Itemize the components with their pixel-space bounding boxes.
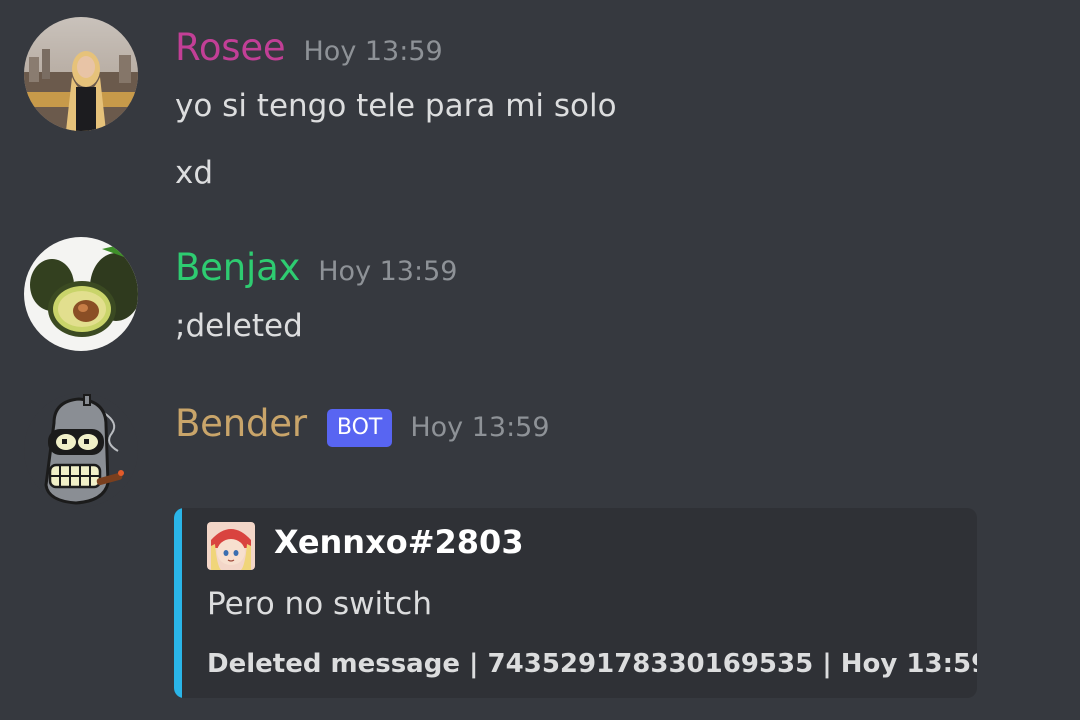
benjax-avatar-icon[interactable] [24, 237, 138, 351]
embed-footer: Deleted message | 743529178330169535 | H… [207, 649, 977, 679]
message-embed: Xennxo#2803 Pero no switch Deleted messa… [174, 508, 977, 698]
embed-author-avatar-icon[interactable] [207, 522, 255, 570]
username[interactable]: Benjax [175, 246, 300, 289]
rosee-avatar-icon[interactable] [24, 17, 138, 131]
username[interactable]: Rosee [175, 26, 286, 69]
message-text: yo si tengo tele para mi solo [175, 88, 617, 124]
username[interactable]: Bender [175, 402, 307, 445]
chat-message-list: Rosee Hoy 13:59 yo si tengo tele para mi… [0, 0, 1080, 720]
embed-description: Pero no switch [207, 586, 432, 622]
timestamp: Hoy 13:59 [318, 256, 458, 287]
message-text: xd [175, 155, 214, 191]
timestamp: Hoy 13:59 [410, 412, 550, 443]
bender-avatar-icon[interactable] [24, 393, 138, 507]
timestamp: Hoy 13:59 [303, 36, 443, 67]
bot-tag-badge: BOT [326, 408, 393, 447]
message-text: ;deleted [175, 308, 303, 344]
embed-accent-bar [174, 508, 182, 698]
embed-author-name[interactable]: Xennxo#2803 [274, 523, 524, 561]
